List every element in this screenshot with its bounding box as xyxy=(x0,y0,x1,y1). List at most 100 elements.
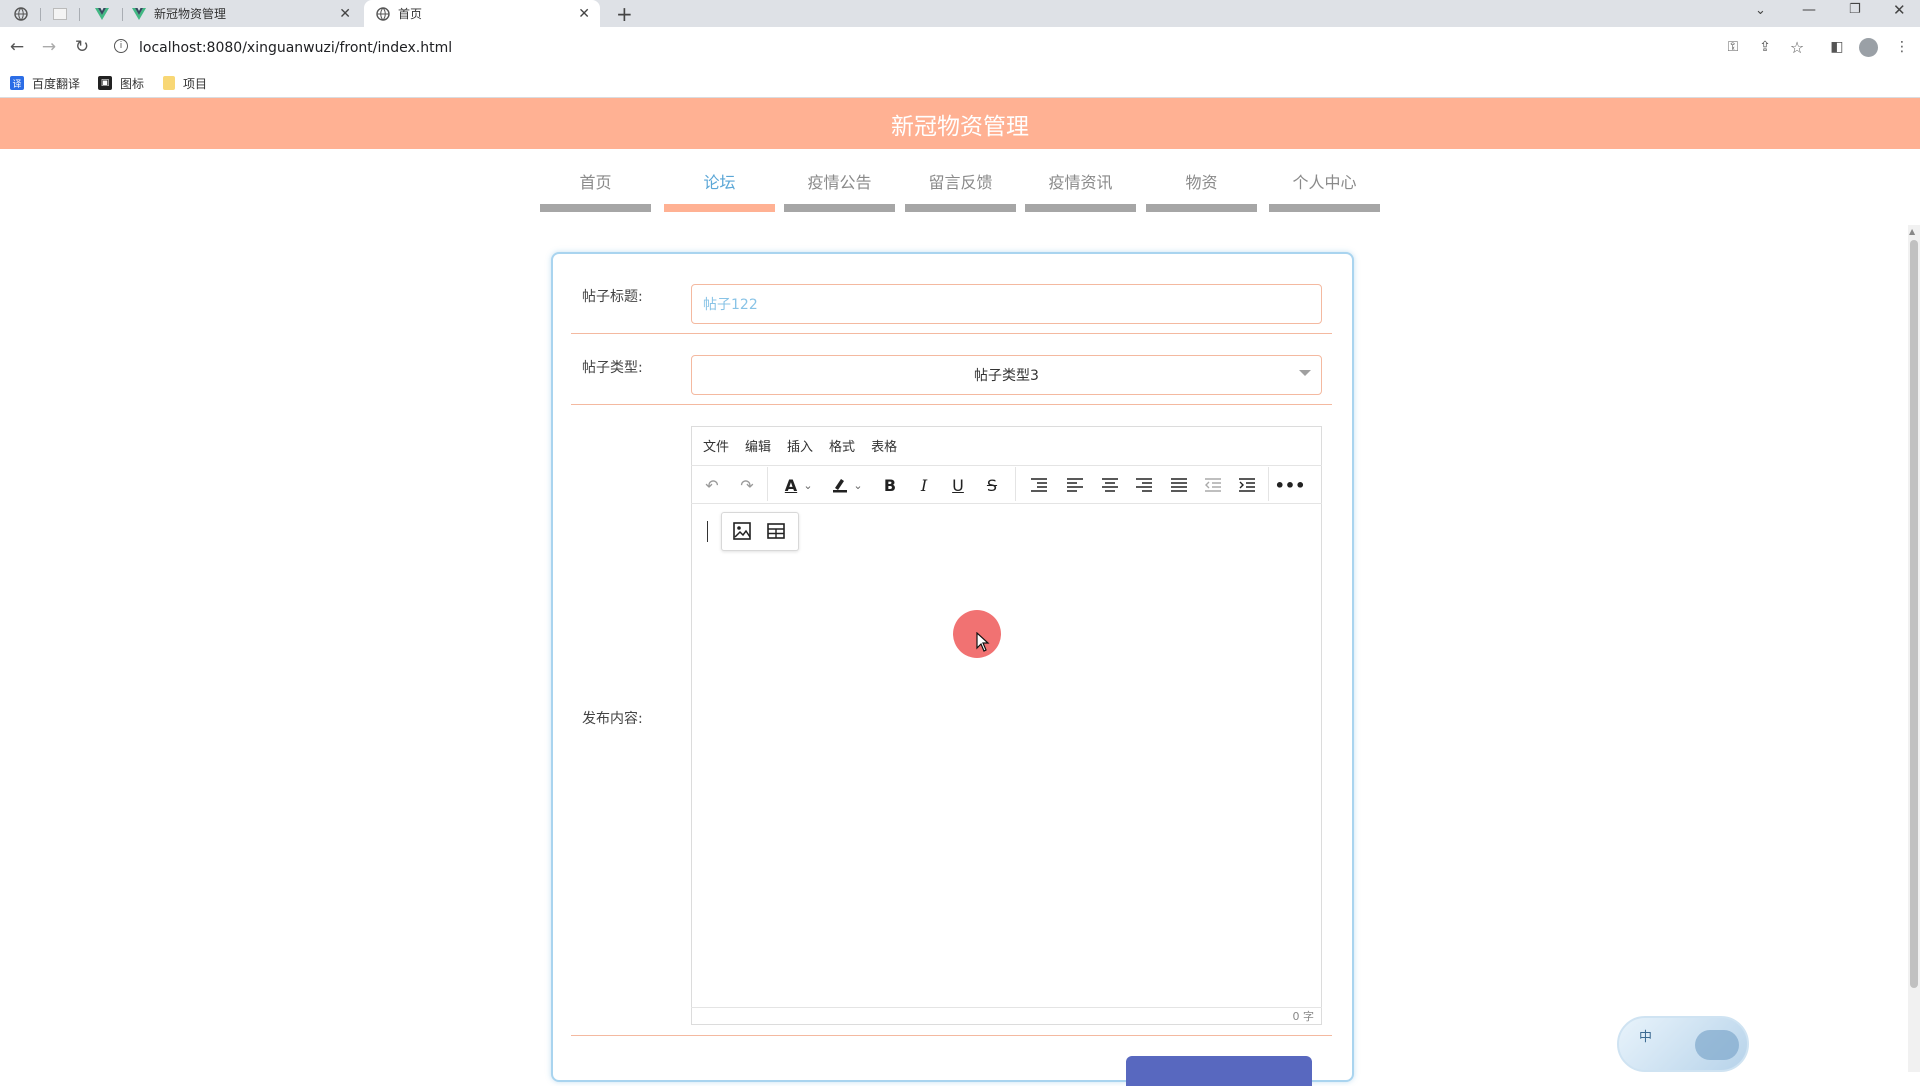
submit-button[interactable] xyxy=(1126,1056,1312,1086)
redo-icon[interactable]: ↷ xyxy=(734,473,760,497)
italic-icon[interactable]: I xyxy=(911,473,937,497)
bookmarks-bar xyxy=(0,68,1920,98)
scrollbar-thumb[interactable] xyxy=(1910,240,1918,988)
ime-mascot-icon xyxy=(1695,1030,1739,1060)
insert-image-icon[interactable] xyxy=(729,519,755,543)
mouse-pointer-icon xyxy=(976,631,990,656)
new-tab-button[interactable]: + xyxy=(616,2,633,26)
line-height-icon[interactable] xyxy=(1026,473,1052,497)
row-divider xyxy=(571,404,1332,405)
align-center-icon[interactable] xyxy=(1097,473,1123,497)
strikethrough-icon[interactable]: S xyxy=(979,473,1005,497)
nav-epidemic-news[interactable]: 疫情资讯 xyxy=(1025,170,1136,212)
menu-table[interactable]: 表格 xyxy=(871,436,897,455)
vue-logo-icon xyxy=(95,7,109,21)
bookmark-star-icon[interactable]: ☆ xyxy=(1786,36,1808,58)
chevron-down-icon[interactable] xyxy=(1299,370,1311,376)
forward-arrow-icon[interactable]: → xyxy=(38,36,60,58)
nav-label: 留言反馈 xyxy=(928,173,993,192)
site-title: 新冠物资管理 xyxy=(891,113,1029,140)
nav-label: 疫情资讯 xyxy=(1048,173,1113,192)
menu-file[interactable]: 文件 xyxy=(703,436,729,455)
nav-label: 疫情公告 xyxy=(807,173,872,192)
scroll-up-arrow-icon[interactable]: ▲ xyxy=(1909,227,1915,236)
nav-underline xyxy=(905,204,1016,212)
bold-icon[interactable]: B xyxy=(877,473,903,497)
folder-icon xyxy=(163,76,175,90)
nav-underline xyxy=(540,204,651,212)
pinned-tab-blank[interactable] xyxy=(53,0,75,27)
close-icon[interactable]: ✕ xyxy=(578,6,590,22)
nav-underline xyxy=(664,204,775,212)
pinned-tab-globe[interactable] xyxy=(14,0,36,27)
bookmark-baidu-translate[interactable]: 译 百度翻译 xyxy=(10,72,80,94)
kebab-menu-icon[interactable]: ⋮ xyxy=(1891,36,1913,58)
bookmark-label: 百度翻译 xyxy=(32,76,81,91)
align-right-icon[interactable] xyxy=(1131,473,1157,497)
back-arrow-icon[interactable]: ← xyxy=(6,36,28,58)
close-window-button[interactable]: ✕ xyxy=(1893,1,1906,19)
chevron-down-icon[interactable]: ⌄ xyxy=(801,473,815,497)
underline-icon[interactable]: U xyxy=(945,473,971,497)
pinned-tab-vue[interactable] xyxy=(95,0,117,27)
bookmark-project[interactable]: 项目 xyxy=(163,72,207,94)
reload-icon[interactable]: ↻ xyxy=(71,36,93,58)
menu-format[interactable]: 格式 xyxy=(829,436,855,455)
profile-avatar-icon[interactable] xyxy=(1859,38,1878,57)
menu-edit[interactable]: 编辑 xyxy=(745,436,771,455)
row-divider xyxy=(571,333,1332,334)
chevron-down-icon[interactable]: ⌄ xyxy=(851,473,865,497)
close-icon[interactable]: ✕ xyxy=(339,6,351,22)
editor-word-count: 0 字 xyxy=(691,1007,1322,1025)
nav-label: 物资 xyxy=(1185,173,1218,192)
post-type-select[interactable]: 帖子类型3 xyxy=(691,355,1322,395)
ime-indicator[interactable]: 中 xyxy=(1617,1016,1749,1072)
minimize-button[interactable]: — xyxy=(1802,2,1816,18)
address-bar[interactable]: localhost:8080/xinguanwuzi/front/index.h… xyxy=(139,34,452,61)
tab-xinguan[interactable]: 新冠物资管理 ✕ xyxy=(132,0,357,27)
nav-label: 论坛 xyxy=(703,173,736,192)
nav-label: 首页 xyxy=(579,173,612,192)
bookmark-label: 项目 xyxy=(183,76,208,91)
toolbar-separator xyxy=(767,467,768,501)
nav-epidemic-notice[interactable]: 疫情公告 xyxy=(784,170,895,212)
nav-forum[interactable]: 论坛 xyxy=(664,170,775,212)
tab-search-icon[interactable]: ⌄ xyxy=(1755,3,1766,18)
content-label: 发布内容: xyxy=(582,711,643,727)
tab-home[interactable]: 首页 ✕ xyxy=(364,0,600,27)
key-icon[interactable]: ⚿ xyxy=(1722,36,1744,58)
tab-separator xyxy=(79,8,80,21)
nav-home[interactable]: 首页 xyxy=(540,170,651,212)
editor-menubar: 文件 编辑 插入 格式 表格 xyxy=(691,426,1322,465)
nav-supplies[interactable]: 物资 xyxy=(1146,170,1257,212)
toolbar-separator xyxy=(1268,467,1269,501)
highlight-color-icon[interactable] xyxy=(827,473,853,497)
site-info-icon[interactable]: i xyxy=(114,39,128,53)
ime-mode-label: 中 xyxy=(1639,1030,1653,1045)
undo-icon[interactable]: ↶ xyxy=(699,473,725,497)
toolbar-separator xyxy=(1015,467,1016,501)
indent-icon[interactable] xyxy=(1234,473,1260,497)
globe-icon xyxy=(14,6,28,21)
nav-underline xyxy=(784,204,895,212)
nav-feedback[interactable]: 留言反馈 xyxy=(905,170,1016,212)
side-panel-icon[interactable]: ◧ xyxy=(1826,36,1848,58)
more-icon[interactable]: ••• xyxy=(1275,473,1306,497)
share-icon[interactable]: ⇪ xyxy=(1754,36,1776,58)
nav-label: 个人中心 xyxy=(1292,173,1357,192)
post-title-input[interactable]: 帖子122 xyxy=(691,284,1322,324)
tab-separator xyxy=(122,8,123,21)
menu-insert[interactable]: 插入 xyxy=(787,436,813,455)
nav-personal-center[interactable]: 个人中心 xyxy=(1269,170,1380,212)
bookmark-icons[interactable]: ▣ 图标 xyxy=(98,72,144,94)
nav-underline xyxy=(1146,204,1257,212)
align-left-icon[interactable] xyxy=(1062,473,1088,497)
site-header: 新冠物资管理 xyxy=(0,98,1920,149)
insert-table-icon[interactable] xyxy=(763,519,789,543)
translate-icon: 译 xyxy=(10,76,24,90)
align-justify-icon[interactable] xyxy=(1166,473,1192,497)
restore-button[interactable]: ❐ xyxy=(1849,2,1861,17)
nav-underline xyxy=(1025,204,1136,212)
tab-label: 首页 xyxy=(398,7,423,21)
outdent-icon[interactable] xyxy=(1200,473,1226,497)
